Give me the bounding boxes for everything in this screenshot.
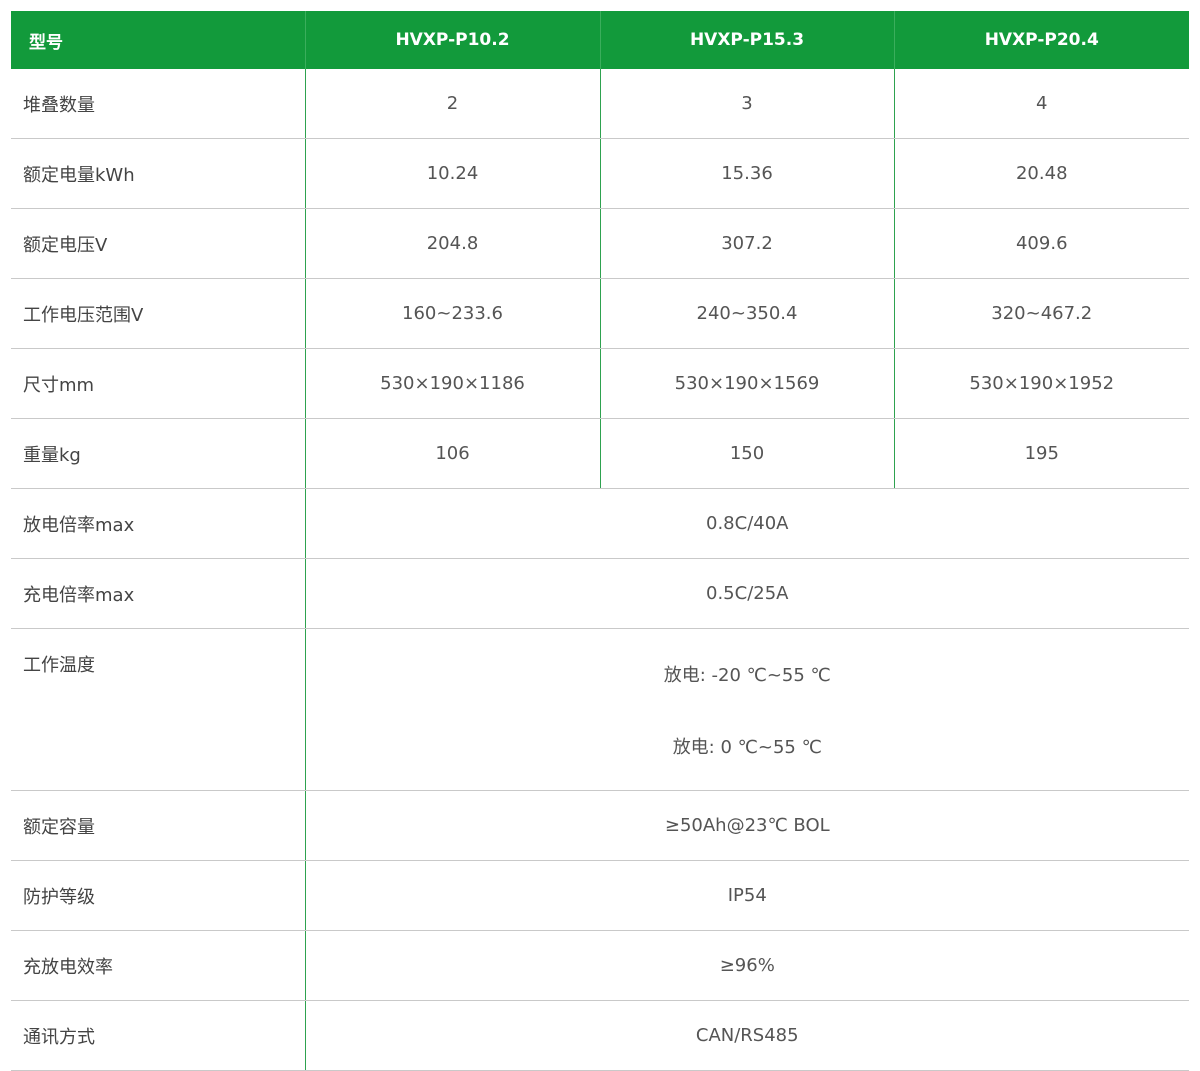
row-label-stack-count: 堆叠数量 — [11, 69, 306, 139]
cell-value-temperature: 放电: -20 ℃~55 ℃ 放电: 0 ℃~55 ℃ — [305, 628, 1189, 791]
row-label-rated-capacity: 额定容量 — [11, 790, 306, 861]
cell-value: 307.2 — [599, 208, 894, 279]
cell-value: 4 — [893, 69, 1189, 139]
row-label-discharge-rate: 放电倍率max — [11, 488, 306, 559]
row-label-dimensions: 尺寸mm — [11, 348, 306, 419]
row-label-voltage-range: 工作电压范围V — [11, 278, 306, 349]
table-row: 堆叠数量 2 3 4 — [11, 69, 1189, 139]
cell-value: 150 — [599, 418, 894, 489]
cell-value: 530×190×1569 — [599, 348, 894, 419]
temperature-line-2: 放电: 0 ℃~55 ℃ — [672, 736, 822, 758]
spec-table: 型号 HVXP-P10.2 HVXP-P15.3 HVXP-P20.4 堆叠数量… — [11, 11, 1189, 1071]
row-label-efficiency: 充放电效率 — [11, 930, 306, 1001]
table-row: 重量kg 106 150 195 — [11, 418, 1189, 489]
cell-value: IP54 — [305, 860, 1189, 931]
row-label-rated-voltage: 额定电压V — [11, 208, 306, 279]
table-row: 工作电压范围V 160~233.6 240~350.4 320~467.2 — [11, 278, 1189, 349]
header-model-2: HVXP-P15.3 — [599, 11, 894, 69]
header-model-3: HVXP-P20.4 — [893, 11, 1189, 69]
cell-value: 20.48 — [893, 138, 1189, 209]
temperature-line-1: 放电: -20 ℃~55 ℃ — [663, 664, 831, 686]
cell-value: 106 — [305, 418, 600, 489]
cell-value: 195 — [893, 418, 1189, 489]
table-body: 堆叠数量 2 3 4 额定电量kWh 10.24 15.36 20.48 额定电… — [11, 69, 1189, 1071]
table-header: 型号 HVXP-P10.2 HVXP-P15.3 HVXP-P20.4 — [11, 11, 1189, 69]
table-row: 放电倍率max 0.8C/40A — [11, 488, 1189, 559]
row-label-protection-rating: 防护等级 — [11, 860, 306, 931]
row-label-operating-temperature: 工作温度 — [11, 628, 306, 791]
cell-value: 204.8 — [305, 208, 600, 279]
cell-value: 240~350.4 — [599, 278, 894, 349]
table-row: 工作温度 放电: -20 ℃~55 ℃ 放电: 0 ℃~55 ℃ — [11, 628, 1189, 791]
cell-value: ≥96% — [305, 930, 1189, 1001]
table-row: 额定电压V 204.8 307.2 409.6 — [11, 208, 1189, 279]
cell-value: 10.24 — [305, 138, 600, 209]
cell-value: 160~233.6 — [305, 278, 600, 349]
header-row: 型号 HVXP-P10.2 HVXP-P15.3 HVXP-P20.4 — [11, 11, 1189, 69]
cell-value: 2 — [305, 69, 600, 139]
cell-value: 320~467.2 — [893, 278, 1189, 349]
cell-value: 409.6 — [893, 208, 1189, 279]
cell-value: 530×190×1186 — [305, 348, 600, 419]
cell-value: 15.36 — [599, 138, 894, 209]
cell-value: 0.8C/40A — [305, 488, 1189, 559]
row-label-communication: 通讯方式 — [11, 1000, 306, 1071]
header-model-label: 型号 — [11, 11, 305, 69]
table-row: 额定容量 ≥50Ah@23℃ BOL — [11, 790, 1189, 861]
row-label-rated-energy: 额定电量kWh — [11, 138, 306, 209]
cell-value: ≥50Ah@23℃ BOL — [305, 790, 1189, 861]
table-row: 通讯方式 CAN/RS485 — [11, 1000, 1189, 1071]
table-row: 额定电量kWh 10.24 15.36 20.48 — [11, 138, 1189, 209]
header-model-1: HVXP-P10.2 — [304, 11, 600, 69]
cell-value: 530×190×1952 — [893, 348, 1189, 419]
row-label-weight: 重量kg — [11, 418, 306, 489]
table-row: 充电倍率max 0.5C/25A — [11, 558, 1189, 629]
table-row: 充放电效率 ≥96% — [11, 930, 1189, 1001]
cell-value: 0.5C/25A — [305, 558, 1189, 629]
cell-value: 3 — [599, 69, 894, 139]
table-row: 尺寸mm 530×190×1186 530×190×1569 530×190×1… — [11, 348, 1189, 419]
table-row: 防护等级 IP54 — [11, 860, 1189, 931]
cell-value: CAN/RS485 — [305, 1000, 1189, 1071]
row-label-charge-rate: 充电倍率max — [11, 558, 306, 629]
